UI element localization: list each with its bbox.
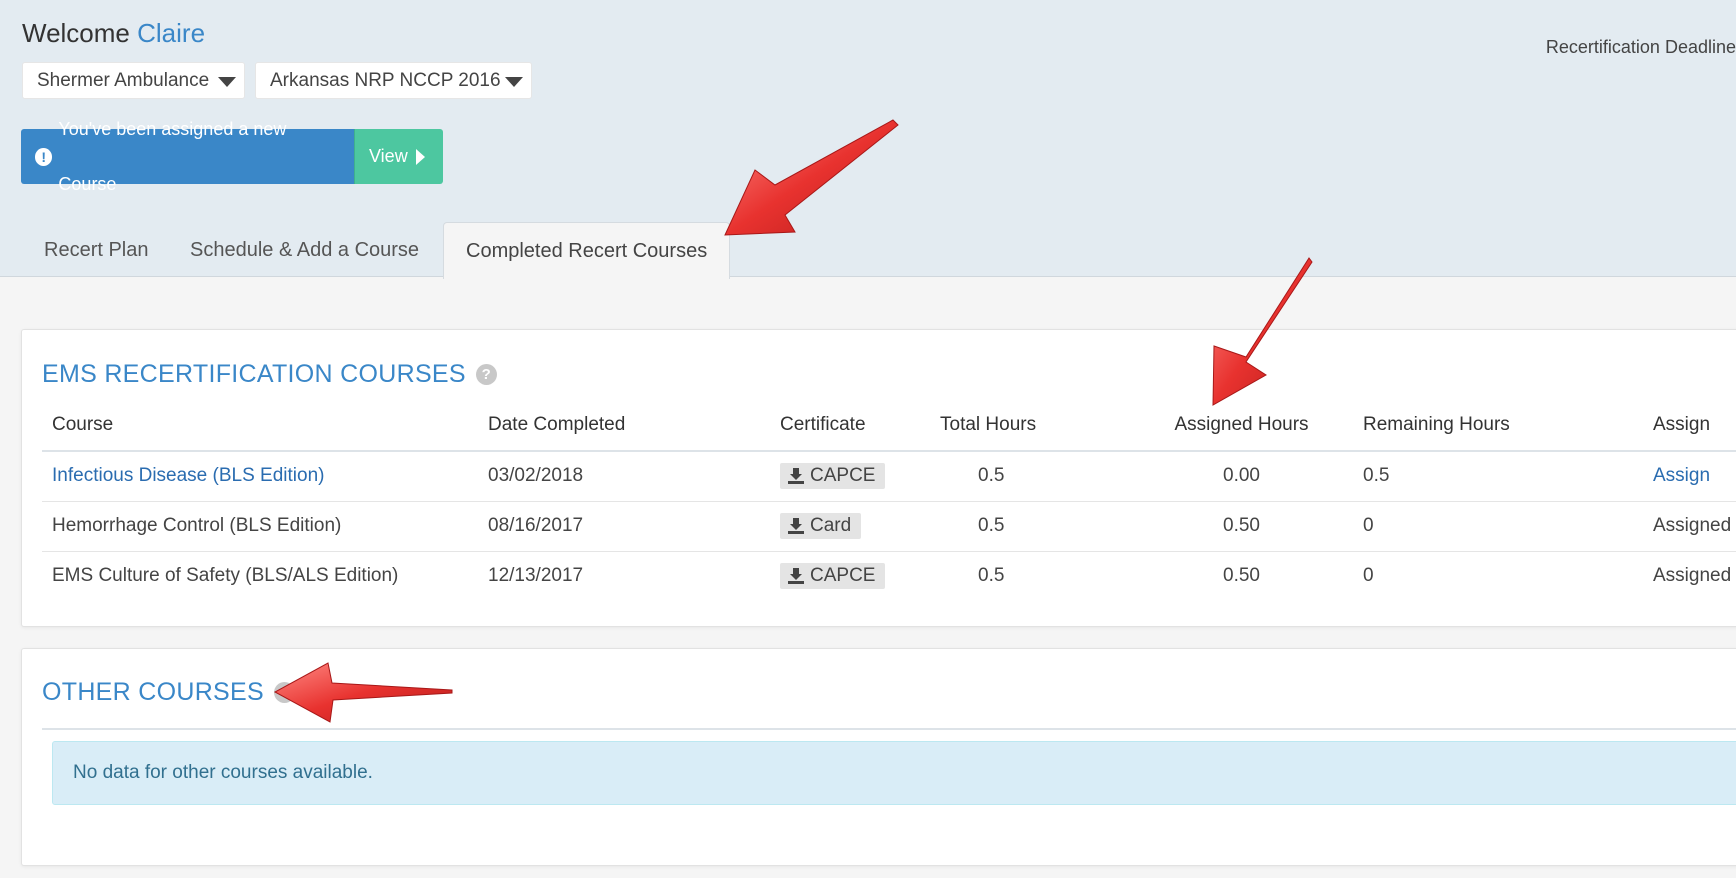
caret-down-icon bbox=[505, 77, 523, 87]
certificate-download-button[interactable]: CAPCE bbox=[780, 562, 886, 589]
certificate-cell: CAPCE bbox=[770, 451, 930, 502]
user-name: Claire bbox=[137, 18, 206, 48]
table-row: Infectious Disease (BLS Edition) 03/02/2… bbox=[42, 451, 1736, 502]
certificate-label: Card bbox=[810, 514, 852, 536]
tab-recert-plan[interactable]: Recert Plan bbox=[22, 222, 171, 278]
exclamation-circle-icon: ! bbox=[35, 147, 53, 166]
new-course-alert: ! You've been assigned a new Course View bbox=[21, 119, 443, 194]
agency-select-value: Shermer Ambulance bbox=[37, 70, 210, 91]
certificate-cell: Card bbox=[770, 501, 930, 552]
remaining-hours: 0 bbox=[1363, 565, 1374, 587]
alert-message: ! You've been assigned a new Course bbox=[21, 119, 354, 194]
caret-down-icon bbox=[218, 77, 236, 87]
table-header-row: Course Date Completed Certificate Total … bbox=[42, 400, 1736, 452]
total-hours: 0.5 bbox=[978, 565, 1005, 587]
tab-completed-recert-courses[interactable]: Completed Recert Courses bbox=[443, 222, 731, 279]
remaining-hours: 0 bbox=[1353, 501, 1643, 552]
question-circle-icon[interactable]: ? bbox=[475, 364, 497, 385]
remaining-hours: 0.5 bbox=[1353, 451, 1643, 502]
view-button[interactable]: View bbox=[354, 129, 443, 184]
alert-message-text: You've been assigned a new Course bbox=[58, 118, 287, 194]
download-icon bbox=[788, 467, 804, 484]
recertification-deadline: Recertification Deadline bbox=[1545, 37, 1736, 57]
column-header-total-hours: Total Hours bbox=[930, 400, 1130, 452]
certificate-cell: CAPCE bbox=[770, 551, 930, 601]
total-hours: 0.5 bbox=[930, 501, 1130, 552]
certificate-download-button[interactable]: CAPCE bbox=[780, 462, 886, 489]
column-header-date-completed: Date Completed bbox=[478, 400, 770, 452]
assigned-hours: 0.00 bbox=[1130, 451, 1353, 502]
date-completed: 12/13/2017 bbox=[488, 565, 584, 587]
column-header-certificate: Certificate bbox=[770, 400, 930, 452]
download-icon bbox=[788, 567, 804, 584]
divider bbox=[42, 728, 1736, 730]
assign-link[interactable]: Assign bbox=[1643, 451, 1736, 502]
column-header-assign: Assign bbox=[1643, 400, 1736, 452]
welcome-text: Welcome bbox=[22, 18, 130, 48]
column-header-remaining-hours: Remaining Hours bbox=[1353, 400, 1643, 452]
table-row: Hemorrhage Control (BLS Edition) 08/16/2… bbox=[42, 501, 1736, 552]
program-select[interactable]: Arkansas NRP NCCP 2016 bbox=[255, 62, 532, 99]
program-select-value: Arkansas NRP NCCP 2016 bbox=[270, 70, 501, 91]
date-completed: 03/02/2018 bbox=[478, 451, 770, 502]
no-data-message: No data for other courses available. bbox=[52, 741, 1736, 805]
ems-courses-title-text: EMS RECERTIFICATION COURSES bbox=[42, 360, 466, 388]
table-row: EMS Culture of Safety (BLS/ALS Edition) … bbox=[42, 551, 1736, 601]
column-header-assigned-hours: Assigned Hours bbox=[1130, 400, 1353, 452]
certificate-label: CAPCE bbox=[810, 564, 876, 586]
course-name: Hemorrhage Control (BLS Edition) bbox=[42, 501, 478, 552]
certificate-download-button[interactable]: Card bbox=[780, 512, 862, 539]
play-arrow-icon bbox=[415, 148, 425, 165]
assign-status: Assigned bbox=[1643, 501, 1736, 552]
agency-select[interactable]: Shermer Ambulance bbox=[22, 62, 245, 99]
download-icon bbox=[788, 517, 804, 534]
course-link[interactable]: Infectious Disease (BLS Edition) bbox=[42, 451, 478, 502]
other-courses-title: OTHER COURSES ? bbox=[42, 678, 295, 707]
assigned-hours: 0.50 bbox=[1223, 565, 1260, 587]
total-hours: 0.5 bbox=[930, 451, 1130, 502]
certificate-label: CAPCE bbox=[810, 464, 876, 486]
ems-courses-table: Course Date Completed Certificate Total … bbox=[42, 400, 1736, 601]
tab-schedule-add-course[interactable]: Schedule & Add a Course bbox=[168, 222, 441, 278]
header-area: Welcome Claire Recertification Deadline … bbox=[0, 0, 1736, 279]
other-courses-title-text: OTHER COURSES bbox=[42, 678, 264, 706]
date-completed: 08/16/2017 bbox=[478, 501, 770, 552]
ems-courses-title: EMS RECERTIFICATION COURSES ? bbox=[42, 360, 497, 389]
course-name: EMS Culture of Safety (BLS/ALS Edition) bbox=[52, 565, 399, 587]
other-courses-panel: OTHER COURSES ? No data for other course… bbox=[21, 648, 1736, 866]
question-circle-icon[interactable]: ? bbox=[273, 682, 295, 703]
column-header-course: Course bbox=[42, 400, 478, 452]
welcome-heading: Welcome Claire bbox=[22, 18, 205, 49]
assigned-hours: 0.50 bbox=[1130, 501, 1353, 552]
view-button-label: View bbox=[369, 146, 408, 166]
assign-status: Assigned bbox=[1653, 565, 1732, 587]
ems-courses-panel: EMS RECERTIFICATION COURSES ? Course Dat… bbox=[21, 329, 1736, 627]
